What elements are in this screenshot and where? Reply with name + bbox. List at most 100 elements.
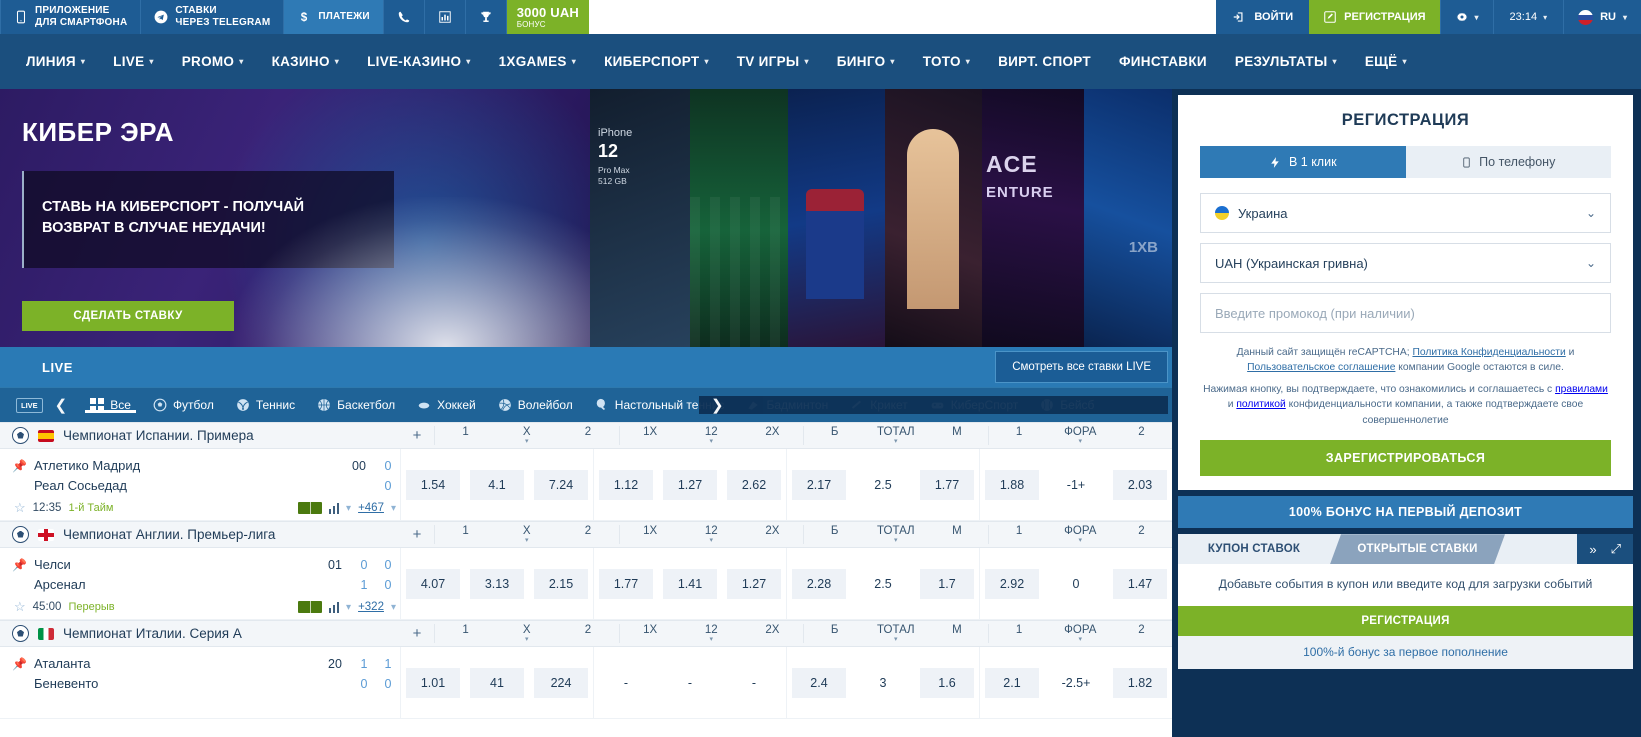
odds-cell[interactable]: 7.24 bbox=[529, 470, 593, 500]
tab-by-phone[interactable]: По телефону bbox=[1406, 146, 1612, 178]
league-header-row[interactable]: Чемпионат Испании. Примера + 1 X▾ 2 1X 1… bbox=[0, 422, 1172, 449]
market-header[interactable]: ТОТАЛ▾ bbox=[865, 525, 926, 543]
odds-cell[interactable]: 2.15 bbox=[529, 569, 593, 599]
submit-registration-button[interactable]: ЗАРЕГИСТРИРОВАТЬСЯ bbox=[1200, 440, 1611, 476]
expand-right-icon[interactable]: » bbox=[1589, 542, 1596, 557]
topbar-item-telegram-bets[interactable]: СТАВКИ ЧЕРЕЗ TELEGRAM bbox=[141, 0, 284, 34]
language-selector[interactable]: RU ▾ bbox=[1564, 0, 1641, 34]
rules-link[interactable]: правилами bbox=[1555, 384, 1608, 395]
register-button[interactable]: РЕГИСТРАЦИЯ bbox=[1309, 0, 1440, 34]
nav-item-bingo[interactable]: БИНГО▾ bbox=[823, 54, 909, 69]
league-header-row[interactable]: Чемпионат Англии. Премьер-лига + 1 X▾ 2 … bbox=[0, 521, 1172, 548]
market-header[interactable]: 1X bbox=[619, 426, 681, 444]
odds-cell[interactable]: 2.03 bbox=[1108, 470, 1172, 500]
odds-cell[interactable]: 1.47 bbox=[1108, 569, 1172, 599]
market-header[interactable]: 1 bbox=[434, 426, 496, 444]
bet-slip-register-button[interactable]: РЕГИСТРАЦИЯ bbox=[1178, 606, 1633, 636]
nav-item-finbets[interactable]: ФИНСТАВКИ bbox=[1105, 54, 1221, 69]
pin-icon[interactable]: 📌 bbox=[12, 657, 24, 669]
nav-item-tv-games[interactable]: TV ИГРЫ▾ bbox=[723, 54, 823, 69]
pin-icon[interactable]: 📌 bbox=[12, 558, 24, 570]
league-expand-button[interactable]: + bbox=[400, 427, 434, 444]
tabs-scroll-left-icon[interactable]: ❮ bbox=[43, 396, 80, 414]
odds-cell[interactable]: 1.77 bbox=[915, 470, 979, 500]
topbar-item-payments[interactable]: $ ПЛАТЕЖИ bbox=[284, 0, 383, 34]
market-header[interactable]: М bbox=[926, 426, 987, 444]
odds-cell[interactable]: 2.4 bbox=[786, 647, 851, 718]
sport-tab-hockey[interactable]: Хоккей bbox=[406, 398, 487, 412]
odds-cell[interactable]: - bbox=[722, 668, 786, 698]
odds-cell[interactable]: 2.92 bbox=[979, 548, 1044, 619]
sport-tab-all[interactable]: Все bbox=[79, 398, 142, 412]
market-header[interactable]: 2 bbox=[1111, 624, 1172, 642]
policy-link[interactable]: политикой bbox=[1236, 399, 1285, 410]
market-header[interactable]: X▾ bbox=[496, 624, 557, 642]
odds-cell[interactable]: 1.54 bbox=[400, 449, 465, 520]
nav-item-virtual-sport[interactable]: ВИРТ. СПОРТ bbox=[984, 54, 1105, 69]
banner-field[interactable] bbox=[690, 89, 788, 347]
tab-open-bets[interactable]: ОТКРЫТЫЕ СТАВКИ bbox=[1330, 534, 1505, 564]
privacy-policy-link[interactable]: Политика Конфиденциальности bbox=[1412, 347, 1565, 358]
banner-ace-venture[interactable]: ACE ENTURE bbox=[982, 89, 1084, 347]
market-header[interactable]: 1 bbox=[988, 426, 1050, 444]
tab-bet-coupon[interactable]: КУПОН СТАВОК bbox=[1178, 534, 1330, 564]
market-header[interactable]: ТОТАЛ▾ bbox=[865, 624, 926, 642]
terms-of-service-link[interactable]: Пользовательское соглашение bbox=[1247, 362, 1395, 373]
match-row[interactable]: 📌 Атлетико Мадрид Реал Сосьедад 0 0 0 bbox=[0, 449, 1172, 521]
market-header[interactable]: 2 bbox=[1111, 525, 1172, 543]
banner-woman-1[interactable] bbox=[885, 89, 982, 347]
country-select[interactable]: Украина ⌄ bbox=[1200, 193, 1611, 233]
odds-cell[interactable]: 2.1 bbox=[979, 647, 1044, 718]
promo-code-input[interactable]: Введите промокод (при наличии) bbox=[1200, 293, 1611, 333]
expand-match-icon[interactable]: ▾ bbox=[391, 503, 396, 514]
odds-cell[interactable]: 1.77 bbox=[593, 548, 658, 619]
collapse-icon[interactable]: ⤢ bbox=[1611, 541, 1621, 557]
nav-item-casino[interactable]: КАЗИНО▾ bbox=[258, 54, 354, 69]
nav-item-esports[interactable]: КИБЕРСПОРТ▾ bbox=[590, 54, 723, 69]
odds-cell[interactable]: - bbox=[658, 668, 722, 698]
odds-cell[interactable]: 41 bbox=[465, 668, 529, 698]
nav-item-live-casino[interactable]: LIVE-КАЗИНО▾ bbox=[353, 54, 485, 69]
odds-cell[interactable]: 3.13 bbox=[465, 569, 529, 599]
nav-item-liniya[interactable]: ЛИНИЯ▾ bbox=[12, 54, 99, 69]
view-all-live-bets-button[interactable]: Смотреть все ставки LIVE bbox=[995, 351, 1168, 383]
topbar-item-statistics[interactable] bbox=[425, 0, 466, 34]
banner-cyber-era[interactable]: КИБЕР ЭРА СТАВЬ НА КИБЕРСПОРТ - ПОЛУЧАЙ … bbox=[0, 89, 590, 347]
market-header[interactable]: X▾ bbox=[496, 525, 557, 543]
market-header[interactable]: 2 bbox=[557, 624, 618, 642]
odds-cell[interactable]: 2.17 bbox=[786, 449, 851, 520]
topbar-item-results-cup[interactable] bbox=[466, 0, 507, 34]
market-header[interactable]: 1X bbox=[619, 624, 681, 642]
odds-cell[interactable]: 1.12 bbox=[593, 449, 658, 520]
market-header[interactable]: 1 bbox=[988, 624, 1050, 642]
nav-item-promo[interactable]: PROMO▾ bbox=[168, 54, 258, 69]
nav-item-live[interactable]: LIVE▾ bbox=[99, 54, 168, 69]
sport-tab-football[interactable]: Футбол bbox=[142, 398, 225, 412]
statistics-icon[interactable] bbox=[329, 503, 340, 514]
banner-iphone[interactable]: Pro Max 512 GB bbox=[590, 89, 690, 347]
market-header[interactable]: Б bbox=[803, 624, 865, 642]
odds-cell[interactable]: - bbox=[593, 647, 658, 718]
statistics-icon[interactable] bbox=[329, 602, 340, 613]
league-header-row[interactable]: Чемпионат Италии. Серия А + 1 X▾ 2 1X 12… bbox=[0, 620, 1172, 647]
login-button[interactable]: ВОЙТИ bbox=[1216, 0, 1309, 34]
more-markets-link[interactable]: +467 bbox=[358, 502, 384, 514]
market-header[interactable]: Б bbox=[803, 426, 865, 444]
expand-match-icon[interactable]: ▾ bbox=[391, 602, 396, 613]
odds-cell[interactable]: 1.7 bbox=[915, 569, 979, 599]
favorite-star-icon[interactable]: ☆ bbox=[14, 599, 26, 615]
nav-item-toto[interactable]: ТОТО▾ bbox=[909, 54, 984, 69]
banner-cta-button[interactable]: СДЕЛАТЬ СТАВКУ bbox=[22, 301, 234, 331]
more-markets-link[interactable]: +322 bbox=[358, 601, 384, 613]
market-header[interactable]: 2X bbox=[742, 624, 803, 642]
odds-cell[interactable]: 1.82 bbox=[1108, 668, 1172, 698]
sport-tab-volleyball[interactable]: Волейбол bbox=[487, 398, 584, 412]
nav-item-results[interactable]: РЕЗУЛЬТАТЫ▾ bbox=[1221, 54, 1351, 69]
market-header[interactable]: X▾ bbox=[496, 426, 557, 444]
banner-football-player[interactable] bbox=[788, 89, 885, 347]
market-header[interactable]: 1 bbox=[988, 525, 1050, 543]
sport-tab-tennis[interactable]: Теннис bbox=[225, 398, 306, 412]
market-header[interactable]: 1 bbox=[434, 624, 496, 642]
currency-select[interactable]: UAH (Украинская гривна) ⌄ bbox=[1200, 243, 1611, 283]
market-header[interactable]: 2 bbox=[1111, 426, 1172, 444]
